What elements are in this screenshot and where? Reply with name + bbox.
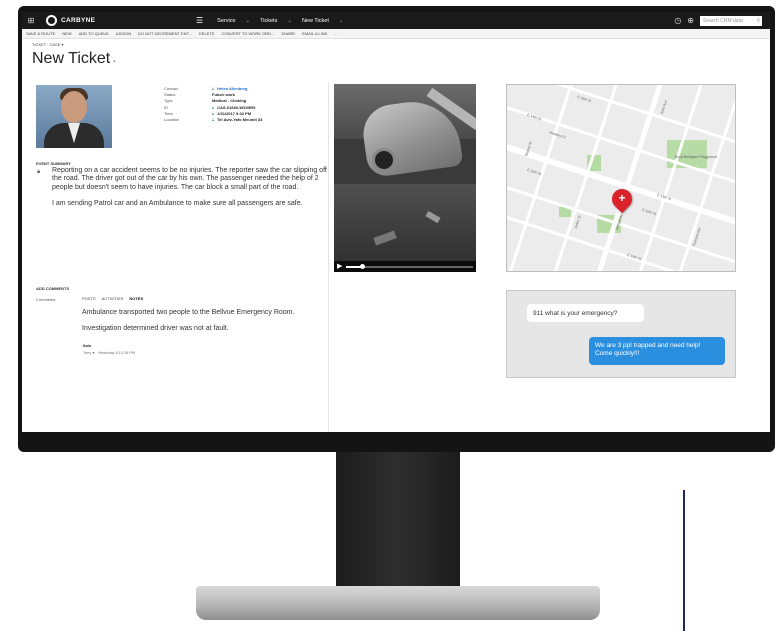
- field-label: Location: [164, 117, 180, 123]
- video-controls: ▶: [334, 261, 476, 272]
- incident-video[interactable]: ▶: [334, 84, 476, 272]
- add-comments-header: ADD COMMENTS: [36, 286, 70, 291]
- monitor-stand: [336, 452, 460, 592]
- delete-button[interactable]: DELETE: [199, 31, 215, 36]
- search-icon[interactable]: ⚲: [756, 18, 760, 24]
- logo-mark-icon: [46, 15, 57, 26]
- comments-tabs: POSTS ACTIVITIES NOTES: [82, 296, 143, 301]
- summary-paragraph: I am sending Patrol car and an Ambulance…: [52, 200, 303, 208]
- crm-screen: ⊞ CARBYNE ☰ Service ⌄ Tickets ⌄ New Ticket…: [22, 12, 770, 432]
- map-label: E 14th St: [526, 112, 542, 122]
- tab-activities[interactable]: ACTIVITIES: [102, 296, 124, 301]
- app-launcher-icon[interactable]: ⊞: [22, 16, 40, 25]
- record-type-selector[interactable]: TICKET : CASE ▾: [32, 42, 64, 47]
- command-bar: SAVE & ROUTE NEW ADD TO QUEUE ASSIGN DO …: [22, 29, 770, 39]
- top-nav-bar: ⊞ CARBYNE ☰ Service ⌄ Tickets ⌄ New Ticket…: [22, 12, 770, 29]
- share-button[interactable]: SHARE: [281, 31, 295, 36]
- lock-icon: 🔒︎: [212, 117, 215, 123]
- title-marker-icon: ▪: [113, 59, 116, 65]
- assign-button[interactable]: ASSIGN: [116, 31, 131, 36]
- sms-chat-panel: 911 what is your emergency? We are 3 ppl…: [506, 290, 736, 378]
- map-label: Boyd Bellagam Playground: [675, 155, 718, 159]
- incident-map[interactable]: E 16th St E 14th St Kent Ave Hawkey Ct E…: [506, 84, 736, 272]
- ticket-fields: Contact 🔒︎ Helen Allenberg Status Future …: [164, 86, 262, 123]
- lock-icon: 🔒︎: [37, 169, 41, 175]
- brand-name: CARBYNE: [61, 17, 96, 24]
- chat-message-outgoing: We are 3 ppl trapped and need help! Come…: [589, 337, 725, 365]
- do-not-decrement-button[interactable]: DO NOT DECREMENT ENT...: [138, 31, 192, 36]
- new-button[interactable]: NEW: [62, 31, 71, 36]
- page-title: New Ticket ▪: [32, 50, 115, 68]
- add-icon[interactable]: ⊕: [687, 16, 694, 25]
- map-label: Arden St: [573, 214, 582, 230]
- search-input[interactable]: Search CRM data ⚲: [700, 15, 762, 26]
- map-label: Kent Ave: [659, 99, 669, 115]
- column-divider: [328, 82, 329, 432]
- search-placeholder: Search CRM data: [703, 17, 743, 24]
- medical-cross-icon: +: [618, 191, 626, 205]
- monitor-base: [196, 586, 600, 620]
- brand-logo[interactable]: CARBYNE: [46, 15, 176, 26]
- event-summary-header: EVENT SUMMARY: [36, 161, 71, 166]
- contact-photo: [36, 85, 112, 148]
- note-meta: Terry ▾ · Yesterday 8:10:28 PM: [83, 351, 135, 355]
- tab-posts[interactable]: POSTS: [82, 296, 96, 301]
- page-title-text: New Ticket: [32, 50, 111, 67]
- crumb-new-ticket[interactable]: New Ticket: [302, 18, 329, 24]
- video-progress-bar[interactable]: [346, 263, 473, 269]
- tab-notes[interactable]: NOTES: [129, 296, 143, 301]
- map-label: E 16th St: [641, 207, 657, 217]
- chevron-down-icon[interactable]: ⌄: [287, 18, 292, 24]
- note-text: Investigation determined driver was not …: [82, 325, 229, 332]
- clock-icon[interactable]: ◷: [674, 16, 681, 25]
- save-route-button[interactable]: SAVE & ROUTE: [26, 31, 55, 36]
- chevron-down-icon[interactable]: ⌄: [246, 18, 251, 24]
- field-row-location: Location 🔒︎ Tel Aviv-Yafo Meumit 33: [164, 117, 262, 123]
- crumb-service[interactable]: Service: [217, 18, 235, 24]
- summary-paragraph: Reporting on a car accident seems to be …: [52, 167, 327, 191]
- crumb-tickets[interactable]: Tickets: [260, 18, 277, 24]
- convert-to-work-order-button[interactable]: CONVERT TO WORK ORD...: [221, 31, 274, 36]
- decorative-line: [683, 490, 685, 631]
- map-label: E 15th St: [526, 167, 542, 177]
- email-link-button[interactable]: EMAIL A LINK: [302, 31, 327, 36]
- chevron-down-icon[interactable]: ⌄: [339, 18, 344, 24]
- comments-label: Comments: [36, 297, 56, 302]
- field-value-location: 🔒︎ Tel Aviv-Yafo Meumit 33: [212, 117, 263, 123]
- breadcrumb: Service ⌄ Tickets ⌄ New Ticket ⌄: [217, 18, 343, 24]
- menu-icon[interactable]: ☰: [196, 16, 203, 25]
- top-nav-right: ◷ ⊕ Search CRM data ⚲: [674, 15, 762, 26]
- note-author: Italo: [83, 343, 92, 348]
- more-commands-button[interactable]: ...: [334, 31, 337, 36]
- note-text: Ambulance transported two people to the …: [82, 309, 295, 316]
- play-icon[interactable]: ▶: [337, 263, 342, 270]
- video-scrubber-handle[interactable]: [359, 263, 365, 269]
- event-summary-text[interactable]: Reporting on a car accident seems to be …: [52, 167, 332, 209]
- add-to-queue-button[interactable]: ADD TO QUEUE: [79, 31, 109, 36]
- chat-message-incoming: 911 what is your emergency?: [527, 304, 644, 322]
